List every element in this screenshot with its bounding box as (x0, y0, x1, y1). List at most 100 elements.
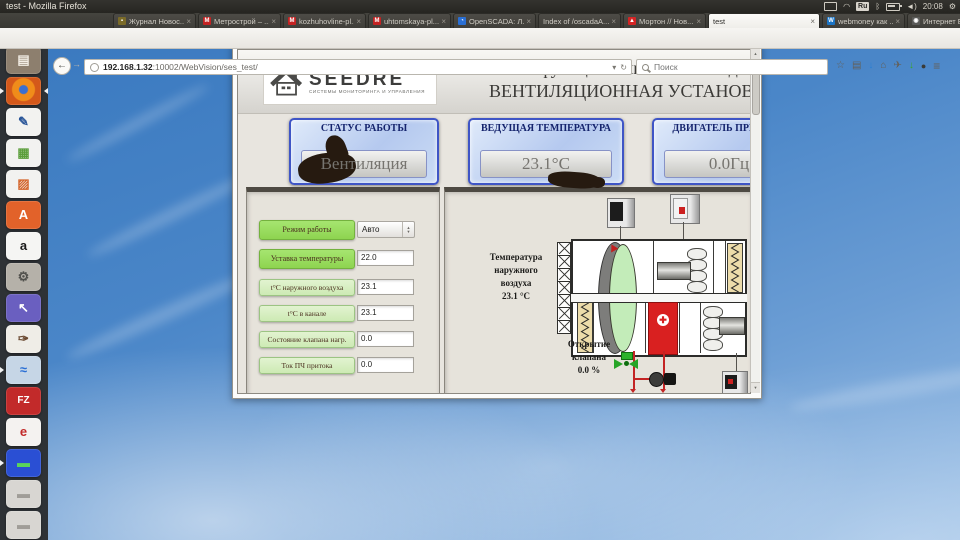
circulation-pump (649, 369, 679, 387)
site-identity-icon[interactable] (90, 63, 99, 72)
tab-10[interactable]: ◉Интернет Банк× (907, 13, 960, 28)
filter-top (727, 243, 743, 293)
brand-tagline: СИСТЕМЫ МОНИТОРИНГА И УПРАВЛЕНИЯ (309, 89, 425, 94)
tab-4[interactable]: Мuhtomskaya-pl...× (368, 13, 451, 28)
bookmark-star-icon[interactable]: ☆ (836, 57, 845, 75)
param-label-2: Уставка температуры (259, 249, 355, 269)
unity-launcher: ◉▤✎▦▨Aa⚙↖✑≈FZe▬▬▬▬ (0, 13, 48, 540)
hamburger-menu-icon[interactable]: ≡ (933, 57, 940, 75)
clock[interactable]: 20:08 (923, 0, 943, 13)
tab-8[interactable]: test× (708, 13, 820, 28)
home-icon[interactable]: ⌂ (880, 57, 886, 75)
tab-close-icon[interactable]: × (271, 17, 276, 26)
launcher-notes-app-icon[interactable]: e (6, 418, 41, 446)
tab-5[interactable]: ◔OpenSCADA: Л...× (453, 13, 536, 28)
running-indicator-pip (0, 88, 4, 94)
battery-indicator-icon[interactable] (886, 3, 900, 11)
launcher-software-center-icon[interactable]: A (6, 201, 41, 229)
launcher-bluefish-editor-icon[interactable]: ≈ (6, 356, 41, 384)
status-panel-work-status: СТАТУС РАБОТЫ Вентиляция (289, 118, 439, 185)
panel-title: ДВИГАТЕЛЬ ПРИТОКА (654, 123, 751, 134)
tab-9[interactable]: Wwebmoney как ...× (822, 13, 905, 28)
bluefish-editor-glyph: ≈ (20, 356, 27, 384)
libreoffice-impress-glyph: ▨ (17, 170, 29, 198)
launcher-disk-1-icon[interactable]: ▬ (6, 480, 41, 508)
valve-cross-icon: ✚ (657, 314, 669, 326)
bookmarks-menu-icon[interactable]: ▤ (852, 57, 861, 75)
launcher-amazon-icon[interactable]: a (6, 232, 41, 260)
tab-1[interactable]: ▪Журнал Новос...× (113, 13, 196, 28)
tab-close-icon[interactable]: × (895, 17, 900, 26)
launcher-meter-app-icon[interactable]: ▬ (6, 449, 41, 477)
layout-indicator[interactable]: Ru (856, 2, 869, 11)
param-input-4[interactable]: 23.1 (357, 305, 414, 321)
param-input-5[interactable]: 0.0 (357, 331, 414, 347)
launcher-files-icon[interactable]: ▤ (6, 46, 41, 74)
outdoor-temperature-label: Температура наружного воздуха 23.1 °C (471, 251, 561, 303)
tab-close-icon[interactable]: × (356, 17, 361, 26)
reload-icon[interactable]: ↻ (620, 63, 627, 72)
tab-close-icon[interactable]: × (186, 17, 191, 26)
param-input-6[interactable]: 0.0 (357, 357, 414, 373)
tab-close-icon[interactable]: × (611, 17, 616, 26)
tab-3[interactable]: Мkozhuhovline-pl...× (283, 13, 366, 28)
search-icon (642, 64, 649, 71)
wire (736, 353, 737, 371)
update-addon-icon[interactable]: ↓ (909, 57, 914, 75)
forward-button[interactable]: → (72, 59, 81, 69)
back-button[interactable]: ← (53, 57, 71, 75)
session-gear-icon[interactable]: ⚙ (949, 0, 956, 13)
launcher-libreoffice-calc-icon[interactable]: ▦ (6, 139, 41, 167)
launcher-libreoffice-writer-icon[interactable]: ✎ (6, 108, 41, 136)
tab-close-icon[interactable]: × (526, 17, 531, 26)
tab-6[interactable]: Index of /oscadaA...× (538, 13, 621, 28)
tab-title: Журнал Новос... (129, 17, 184, 26)
launcher-libreoffice-impress-icon[interactable]: ▨ (6, 170, 41, 198)
launcher-paint-app-icon[interactable]: ✑ (6, 325, 41, 353)
tab-title: Index of /oscadaA... (543, 17, 609, 26)
screen: test - Mozilla Firefox ◠ Ru ᛒ ◄) 20:08 ⚙… (0, 0, 960, 540)
disk-1-glyph: ▬ (17, 480, 30, 508)
tab-favicon: М (373, 17, 381, 25)
tab-close-icon[interactable]: × (441, 17, 446, 26)
tab-favicon: ◔ (458, 17, 466, 25)
scroll-down-arrow[interactable]: ▼ (751, 382, 760, 393)
page-scrollbar[interactable]: ▲ ▼ (750, 49, 760, 392)
files-glyph: ▤ (17, 46, 29, 74)
tab-close-icon[interactable]: × (810, 17, 815, 26)
url-dropdown-icon[interactable]: ▾ (612, 63, 616, 72)
tab-favicon: ◉ (912, 17, 920, 25)
search-input[interactable] (652, 61, 806, 73)
launcher-disk-2-icon[interactable]: ▬ (6, 511, 41, 539)
panel-value: 0.0Гц (664, 150, 751, 178)
send-tab-icon[interactable]: ✈ (893, 57, 901, 75)
bluetooth-indicator-icon[interactable]: ᛒ (875, 0, 880, 13)
url-bar[interactable]: 192.168.1.32 :10002/WebVision/ses_test/ … (84, 59, 632, 75)
focused-indicator-pip (44, 88, 48, 94)
fan-motor (657, 262, 691, 280)
keyboard-indicator-icon[interactable] (824, 2, 837, 11)
param-input-3[interactable]: 23.1 (357, 279, 414, 295)
tab-2[interactable]: ММетрострой – ...× (198, 13, 281, 28)
network-indicator-icon[interactable]: ◠ (843, 0, 850, 13)
status-panel-supply-motor: ДВИГАТЕЛЬ ПРИТОКА 0.0Гц (652, 118, 751, 185)
paint-app-glyph: ✑ (18, 325, 29, 353)
system-indicators[interactable]: ◠ Ru ᛒ ◄) 20:08 ⚙ (824, 0, 956, 13)
panel-title: ВЕДУЩАЯ ТЕМПЕРАТУРА (470, 123, 622, 134)
launcher-system-settings-icon[interactable]: ⚙ (6, 263, 41, 291)
chat-addon-icon[interactable]: ● (921, 57, 926, 75)
tab-7[interactable]: ▲Мортон // Нов...× (623, 13, 706, 28)
launcher-firefox-icon[interactable] (6, 77, 41, 105)
tab-close-icon[interactable]: × (696, 17, 701, 26)
vfd-device-1 (607, 198, 635, 228)
mode-select[interactable]: Авто▲▼ (357, 221, 415, 238)
launcher-filezilla-icon[interactable]: FZ (6, 387, 41, 415)
url-host: 192.168.1.32 (103, 62, 153, 72)
volume-indicator-icon[interactable]: ◄) (906, 0, 917, 13)
search-bar[interactable] (636, 59, 828, 75)
launcher-remote-viewer-icon[interactable]: ↖ (6, 294, 41, 322)
param-input-2[interactable]: 22.0 (357, 250, 414, 266)
heater-section: ✚ (648, 302, 678, 355)
downloads-icon[interactable]: ↓ (868, 57, 873, 75)
select-spinner-icon[interactable]: ▲▼ (402, 222, 414, 237)
